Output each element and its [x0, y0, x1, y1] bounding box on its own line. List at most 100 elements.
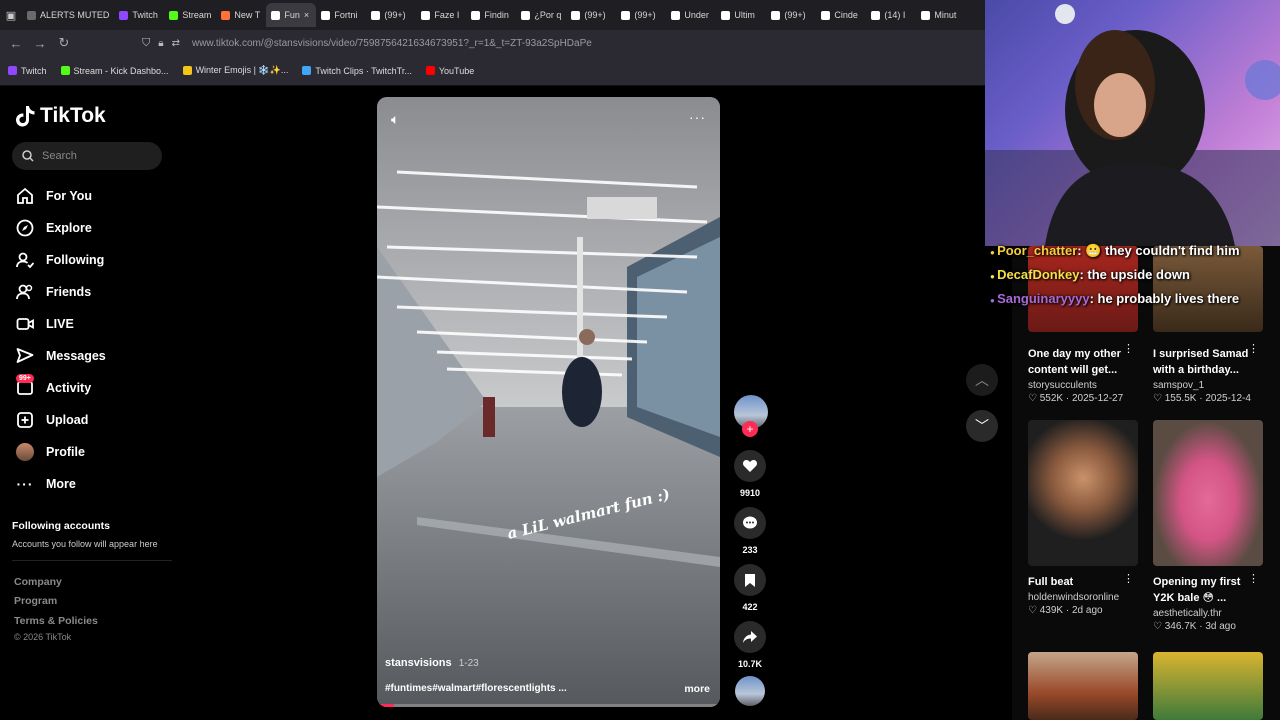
video-player[interactable]: 🔈︎ ··· a LiL walmart fun :) stansvisions…	[377, 97, 720, 707]
video-card-title[interactable]: One day my other content will get...	[1028, 346, 1138, 378]
tab-12[interactable]: Under	[666, 3, 716, 27]
tab-13[interactable]: Ultim	[716, 3, 766, 27]
sidebar-item-friends[interactable]: Friends	[16, 276, 176, 308]
video-card[interactable]: Opening my first Y2K bale 😳 ... aestheti…	[1153, 420, 1263, 632]
video-progress-fill	[377, 704, 395, 707]
video-author[interactable]: stansvisions	[385, 657, 452, 669]
heart-icon[interactable]	[734, 450, 766, 482]
tab-11[interactable]: (99+)	[616, 3, 666, 27]
video-card[interactable]: Full beat holdenwindsoronline ♡ 439K · 2…	[1028, 420, 1138, 616]
sidebar-item-more[interactable]: ··· More	[16, 468, 176, 500]
bookmark-item[interactable]: Twitch Clips · TwitchTr...	[302, 66, 412, 76]
tab-10[interactable]: (99+)	[566, 3, 616, 27]
footer-link-program[interactable]: Program	[14, 595, 57, 607]
sound-avatar[interactable]	[735, 676, 765, 706]
tab-label: New T	[234, 10, 261, 20]
creator-avatar-block[interactable]: +	[734, 395, 768, 437]
tab-favicon-icon	[671, 10, 681, 20]
video-more-button[interactable]: more	[684, 683, 710, 695]
card-options-icon[interactable]: ⋮	[1248, 572, 1259, 585]
back-icon[interactable]: ←	[4, 36, 28, 51]
footer-link-company[interactable]: Company	[14, 576, 62, 588]
permissions-icon[interactable]: ⇄	[172, 38, 180, 49]
video-card-user[interactable]: holdenwindsoronline	[1028, 592, 1138, 603]
share-action[interactable]: 10.7K	[734, 621, 766, 669]
video-card-title[interactable]: I surprised Samad with a birthday...	[1153, 346, 1263, 378]
video-options-icon[interactable]: ···	[689, 109, 706, 125]
video-card-thumbnail[interactable]	[1153, 420, 1263, 566]
forward-icon[interactable]: →	[28, 36, 52, 51]
reload-icon[interactable]: ↻	[52, 35, 76, 51]
tab-4[interactable]: Fun ×	[266, 3, 317, 27]
sidebar-item-following[interactable]: Following	[16, 244, 176, 276]
tab-17[interactable]: Minut	[916, 3, 966, 27]
video-frame	[377, 97, 720, 707]
tab-9[interactable]: ¿Por q	[516, 3, 566, 27]
url-bar[interactable]: www.tiktok.com/@stansvisions/video/75987…	[192, 38, 592, 49]
scroll-down-button[interactable]: ﹀	[966, 410, 998, 442]
tab-favicon-icon	[221, 10, 231, 20]
sidebar-item-profile[interactable]: Profile	[16, 436, 176, 468]
tab-1[interactable]: Twitch	[114, 3, 164, 27]
comment-icon[interactable]	[734, 507, 766, 539]
video-progress-track[interactable]	[377, 704, 720, 707]
tab-8[interactable]: Findin	[466, 3, 516, 27]
video-card-thumbnail[interactable]	[1028, 420, 1138, 566]
sidebar-item-activity[interactable]: 99+ Activity	[16, 372, 176, 404]
sidebar-item-label: Friends	[46, 285, 92, 299]
video-card-title[interactable]: Opening my first Y2K bale 😳 ...	[1153, 574, 1263, 606]
sidebar-item-live[interactable]: LIVE	[16, 308, 176, 340]
tab-favicon-icon	[871, 10, 881, 20]
video-card-user[interactable]: storysucculents	[1028, 380, 1138, 391]
tab-15[interactable]: Cinde	[816, 3, 866, 27]
video-hashtags[interactable]: #funtimes#walmart#florescentlights ...	[385, 683, 567, 694]
bookmark-item[interactable]: Twitch	[8, 66, 47, 76]
tab-0[interactable]: ALERTS MUTED	[22, 3, 114, 27]
tab-3[interactable]: New T	[216, 3, 266, 27]
sound-avatar-block[interactable]	[734, 676, 766, 706]
share-icon[interactable]	[734, 621, 766, 653]
video-card-title[interactable]: Full beat	[1028, 574, 1138, 590]
bookmark-icon[interactable]	[734, 564, 766, 596]
footer-link-terms[interactable]: Terms & Policies	[14, 615, 98, 627]
save-count: 422	[742, 602, 758, 612]
tab-7[interactable]: Faze I	[416, 3, 466, 27]
tab-6[interactable]: (99+)	[366, 3, 416, 27]
lock-icon[interactable]: 🔒︎	[158, 38, 163, 49]
video-card-likes: 155.5K	[1164, 393, 1197, 404]
tab-14[interactable]: (99+)	[766, 3, 816, 27]
tab-5[interactable]: Fortni	[316, 3, 366, 27]
mute-icon[interactable]: 🔈︎	[391, 111, 399, 128]
bookmark-label: Twitch	[21, 65, 47, 76]
bookmark-item[interactable]: Stream - Kick Dashbo...	[60, 66, 169, 76]
tab-list-icon[interactable]: ▣	[0, 9, 22, 22]
chevron-up-icon: ︿	[975, 372, 989, 388]
card-options-icon[interactable]: ⋮	[1123, 572, 1134, 585]
save-action[interactable]: 422	[734, 564, 766, 612]
bookmark-item[interactable]: YouTube	[425, 66, 474, 76]
tab-16[interactable]: (14) I	[866, 3, 916, 27]
search-input[interactable]: Search	[12, 142, 162, 170]
sidebar-item-for-you[interactable]: For You	[16, 180, 176, 212]
tab-label: ALERTS MUTED	[40, 10, 110, 20]
bookmark-favicon-icon	[425, 66, 435, 75]
tab-close-icon[interactable]: ×	[304, 10, 309, 20]
comment-action[interactable]: 233	[734, 507, 766, 555]
video-card-user[interactable]: aesthetically.thr	[1153, 608, 1263, 619]
card-options-icon[interactable]: ⋮	[1248, 342, 1259, 355]
follow-plus-icon[interactable]: +	[742, 421, 758, 437]
bookmark-item[interactable]: Winter Emojis | ❄️✨...	[182, 65, 288, 76]
video-card-user[interactable]: samspov_1	[1153, 380, 1263, 391]
video-card-thumbnail[interactable]	[1028, 652, 1138, 720]
sidebar-item-messages[interactable]: Messages	[16, 340, 176, 372]
sidebar-item-explore[interactable]: Explore	[16, 212, 176, 244]
tab-2[interactable]: Stream	[164, 3, 216, 27]
like-action[interactable]: 9910	[734, 450, 766, 498]
friends-icon	[16, 283, 34, 301]
scroll-up-button[interactable]: ︿	[966, 364, 998, 396]
sidebar-item-upload[interactable]: Upload	[16, 404, 176, 436]
tiktok-logo[interactable]: TikTok	[16, 104, 106, 128]
video-card-thumbnail[interactable]	[1153, 652, 1263, 720]
shield-icon[interactable]: ⛉	[142, 37, 150, 50]
card-options-icon[interactable]: ⋮	[1123, 342, 1134, 355]
